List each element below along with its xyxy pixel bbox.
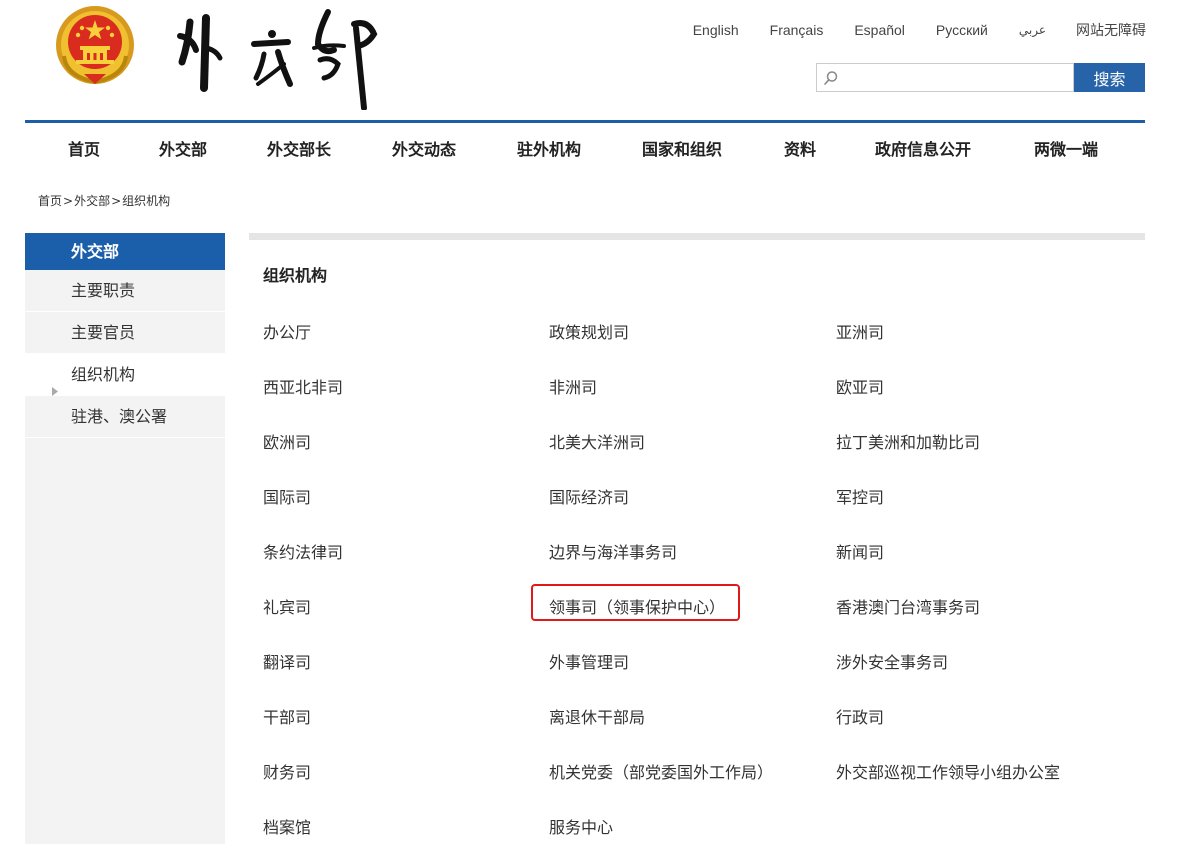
department-link[interactable]: 政策规划司 — [549, 319, 629, 343]
department-row: 翻译司 外事管理司 涉外安全事务司 — [263, 632, 1145, 687]
ministry-logo[interactable] — [168, 4, 392, 111]
department-link[interactable]: 香港澳门台湾事务司 — [836, 594, 980, 618]
sidebar-heading[interactable]: 外交部 — [25, 233, 225, 270]
department-link[interactable]: 外交部巡视工作领导小组办公室 — [836, 759, 1060, 783]
search-icon — [823, 70, 839, 86]
nav-item-resources[interactable]: 资料 — [784, 136, 816, 160]
breadcrumb-home[interactable]: 首页 — [38, 194, 62, 208]
department-link[interactable]: 军控司 — [836, 484, 884, 508]
nav-item-gov-info[interactable]: 政府信息公开 — [875, 136, 971, 160]
department-row: 干部司 离退休干部局 行政司 — [263, 687, 1145, 742]
department-link[interactable]: 离退休干部局 — [549, 704, 645, 728]
search-input[interactable] — [845, 66, 1069, 90]
section-title: 组织机构 — [263, 266, 328, 285]
sidebar-item-label: 驻港、澳公署 — [71, 407, 168, 426]
department-link[interactable]: 涉外安全事务司 — [836, 649, 948, 673]
sidebar-item-label: 主要官员 — [71, 323, 136, 342]
department-row: 西亚北非司 非洲司 欧亚司 — [263, 357, 1145, 412]
department-row: 条约法律司 边界与海洋事务司 新闻司 — [263, 522, 1145, 577]
department-link[interactable]: 档案馆 — [263, 814, 311, 838]
sidebar: 外交部 主要职责 主要官员 组织机构 驻港、澳公署 — [25, 233, 225, 844]
department-link[interactable]: 翻译司 — [263, 649, 311, 673]
nav-item-new-media[interactable]: 两微一端 — [1034, 136, 1098, 160]
department-link[interactable]: 条约法律司 — [263, 539, 343, 563]
department-link[interactable]: 干部司 — [263, 704, 311, 728]
department-link[interactable]: 服务中心 — [549, 814, 613, 838]
department-link[interactable]: 外事管理司 — [549, 649, 629, 673]
language-bar: English Français Español Русский عربي 网站… — [662, 20, 1146, 40]
sidebar-item-main-officials[interactable]: 主要官员 — [25, 312, 225, 354]
nav-item-countries-orgs[interactable]: 国家和组织 — [642, 136, 722, 160]
department-link[interactable]: 国际经济司 — [549, 484, 629, 508]
lang-french-link[interactable]: Français — [770, 22, 824, 38]
content-top-bar — [249, 233, 1145, 240]
department-link[interactable]: 办公厅 — [263, 319, 311, 343]
department-grid: 办公厅 政策规划司 亚洲司 西亚北非司 非洲司 欧亚司 欧洲司 北美大洋洲司 拉… — [263, 302, 1145, 852]
breadcrumb: 首页>外交部>组织机构 — [38, 192, 170, 209]
search-box — [816, 63, 1074, 92]
department-link[interactable]: 机关党委（部党委国外工作局） — [549, 759, 773, 783]
nav-item-missions-abroad[interactable]: 驻外机构 — [517, 136, 581, 160]
department-row: 财务司 机关党委（部党委国外工作局） 外交部巡视工作领导小组办公室 — [263, 742, 1145, 797]
breadcrumb-separator: > — [111, 194, 122, 208]
breadcrumb-separator: > — [63, 194, 74, 208]
department-link[interactable]: 边界与海洋事务司 — [549, 539, 677, 563]
national-emblem-icon — [54, 4, 136, 88]
department-link[interactable]: 西亚北非司 — [263, 374, 343, 398]
department-row: 办公厅 政策规划司 亚洲司 — [263, 302, 1145, 357]
nav-item-ministry[interactable]: 外交部 — [159, 136, 207, 160]
caret-right-icon — [52, 370, 58, 396]
sidebar-item-main-duties[interactable]: 主要职责 — [25, 270, 225, 312]
department-link[interactable]: 亚洲司 — [836, 319, 884, 343]
breadcrumb-current[interactable]: 组织机构 — [122, 194, 170, 208]
sidebar-item-label: 主要职责 — [71, 281, 136, 300]
header-divider — [25, 120, 1145, 123]
lang-arabic-link[interactable]: عربي — [1019, 23, 1046, 37]
department-link[interactable]: 行政司 — [836, 704, 884, 728]
department-link-consular[interactable]: 领事司（领事保护中心） — [549, 594, 725, 618]
breadcrumb-ministry[interactable]: 外交部 — [74, 194, 110, 208]
department-row: 国际司 国际经济司 军控司 — [263, 467, 1145, 522]
department-link[interactable]: 欧亚司 — [836, 374, 884, 398]
sidebar-item-hk-macao-office[interactable]: 驻港、澳公署 — [25, 396, 225, 438]
nav-item-home[interactable]: 首页 — [68, 136, 100, 160]
department-link[interactable]: 非洲司 — [549, 374, 597, 398]
lang-english-link[interactable]: English — [693, 22, 739, 38]
nav-item-diplomatic-news[interactable]: 外交动态 — [392, 136, 456, 160]
department-link[interactable]: 财务司 — [263, 759, 311, 783]
lang-russian-link[interactable]: Русский — [936, 22, 988, 38]
department-link[interactable]: 北美大洋洲司 — [549, 429, 645, 453]
lang-spanish-link[interactable]: Español — [854, 22, 905, 38]
main-nav: 首页 外交部 外交部长 外交动态 驻外机构 国家和组织 资料 政府信息公开 两微… — [25, 124, 1145, 168]
search-button[interactable]: 搜索 — [1074, 63, 1145, 92]
ministry-logo-calligraphy — [177, 9, 378, 111]
department-row: 礼宾司 领事司（领事保护中心） 香港澳门台湾事务司 — [263, 577, 1145, 632]
department-link[interactable]: 拉丁美洲和加勒比司 — [836, 429, 980, 453]
accessibility-link[interactable]: 网站无障碍 — [1076, 20, 1146, 40]
sidebar-item-label: 组织机构 — [71, 365, 136, 384]
department-link[interactable]: 新闻司 — [836, 539, 884, 563]
nav-item-minister[interactable]: 外交部长 — [267, 136, 331, 160]
department-row: 欧洲司 北美大洋洲司 拉丁美洲和加勒比司 — [263, 412, 1145, 467]
department-link[interactable]: 欧洲司 — [263, 429, 311, 453]
department-link[interactable]: 国际司 — [263, 484, 311, 508]
sidebar-item-organization[interactable]: 组织机构 — [25, 354, 225, 396]
department-link[interactable]: 礼宾司 — [263, 594, 311, 618]
